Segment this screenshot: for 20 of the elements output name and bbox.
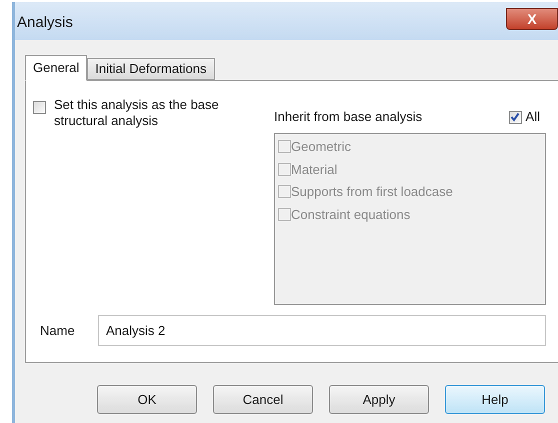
- checkbox-label: Material: [291, 160, 338, 178]
- checkbox-label: All: [526, 108, 540, 126]
- checkbox-label: Geometric: [291, 138, 351, 156]
- field-label: Name: [40, 322, 76, 340]
- name-field[interactable]: Analysis 2: [98, 315, 546, 346]
- checkbox[interactable]: [508, 110, 522, 124]
- close-button[interactable]: X: [506, 8, 558, 30]
- dialog-button[interactable]: Help: [445, 385, 545, 414]
- section-label: Inherit from base analysis: [274, 108, 422, 126]
- checkbox-label: Set this analysis as the base structural analysis: [54, 97, 220, 129]
- dialog-button[interactable]: OK: [97, 385, 197, 414]
- check-icon: [510, 112, 520, 122]
- tab[interactable]: General: [25, 55, 88, 81]
- window-title: Analysis: [17, 13, 73, 33]
- checkbox-label: Constraint equations: [291, 206, 410, 224]
- dialog-button[interactable]: Apply: [329, 385, 429, 414]
- dialog-button[interactable]: Cancel: [213, 385, 313, 414]
- tab[interactable]: Initial Deformations: [87, 58, 215, 80]
- checkbox[interactable]: [33, 101, 46, 114]
- checkbox-label: Supports from first loadcase: [291, 183, 453, 201]
